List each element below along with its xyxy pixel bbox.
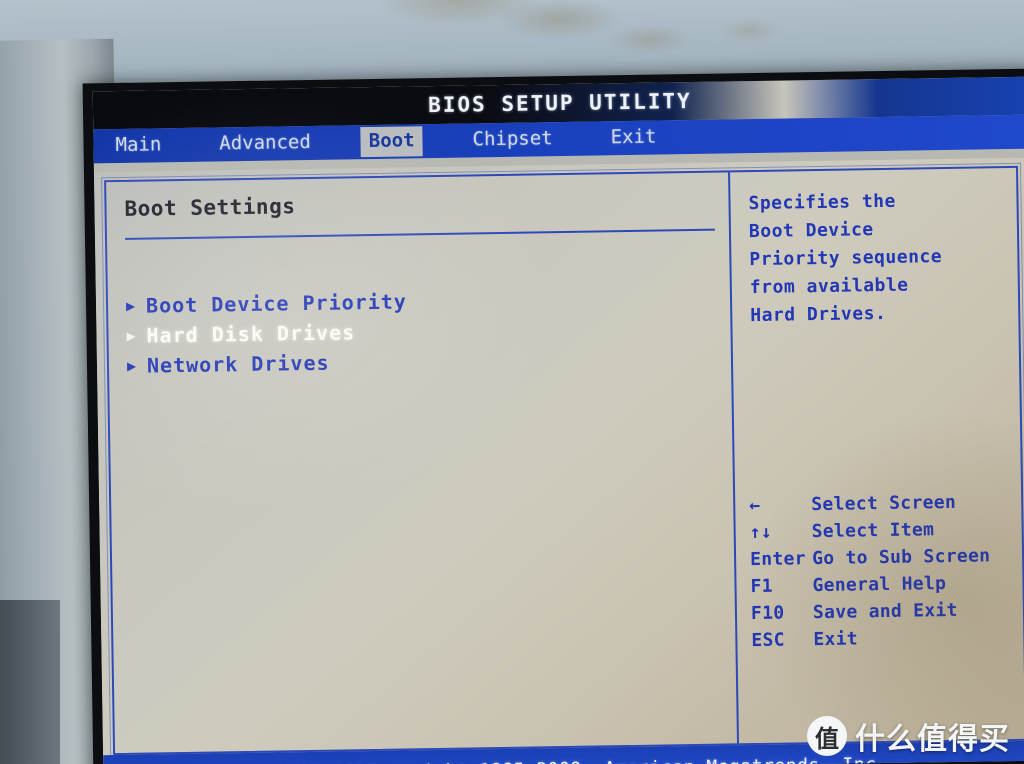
list-item-label: Boot Device Priority	[145, 289, 408, 318]
key-legend-label: Save and Exit	[812, 599, 958, 624]
key-legend: ← Select Screen ↑↓ Select Item Enter Go …	[749, 488, 1024, 654]
key-legend-row-esc: ESC Exit	[751, 623, 1024, 654]
up-down-arrow-icon: ↑↓	[749, 521, 773, 544]
help-text-line: Priority sequence	[749, 245, 943, 270]
settings-list: ▶ Boot Device Priority ▶ Hard Disk Drive…	[126, 283, 729, 381]
submenu-arrow-icon: ▶	[126, 356, 137, 376]
left-arrow-icon: ←	[749, 494, 761, 517]
help-text-line: Hard Drives.	[750, 302, 887, 326]
content-border: Boot Settings ▶ Boot Device Priority ▶ H…	[101, 162, 1024, 759]
help-text-line: Specifies the	[748, 190, 897, 215]
key-legend-row-f1: F1 General Help	[750, 569, 1024, 600]
key-legend-key: F10	[750, 602, 785, 625]
help-text-line: Boot Device	[748, 219, 874, 242]
settings-pane: Boot Settings ▶ Boot Device Priority ▶ H…	[106, 172, 735, 753]
help-pane: Specifies the Boot Device Priority seque…	[730, 168, 1024, 743]
section-heading: Boot Settings	[124, 194, 296, 221]
tab-main[interactable]: Main	[107, 130, 169, 161]
monitor-photograph: BIOS SETUP UTILITY Main Advanced Boot Ch…	[0, 0, 1024, 764]
watermark-label: 什么值得买	[855, 722, 1010, 757]
key-legend-label: Select Screen	[811, 491, 957, 516]
key-legend-label: Go to Sub Screen	[811, 545, 991, 570]
bios-screen: BIOS SETUP UTILITY Main Advanced Boot Ch…	[92, 76, 1024, 764]
key-legend-label: Select Item	[811, 519, 935, 543]
key-legend-row-f10: F10 Save and Exit	[751, 596, 1024, 627]
monitor-stand-shadow	[0, 600, 60, 764]
tab-chipset[interactable]: Chipset	[464, 124, 561, 155]
watermark: 值 什么值得买	[807, 714, 1010, 758]
submenu-arrow-icon: ▶	[125, 296, 136, 316]
key-legend-row-select-item: ↑↓ Select Item	[749, 515, 1024, 546]
list-item-label: Hard Disk Drives	[146, 320, 356, 348]
content-area: Boot Settings ▶ Boot Device Priority ▶ H…	[93, 157, 1024, 759]
key-legend-row-select-screen: ← Select Screen	[749, 488, 1024, 519]
key-legend-key: F1	[750, 575, 773, 598]
help-text-line: from available	[749, 274, 909, 298]
key-legend-label: Exit	[813, 628, 859, 651]
watermark-logo-icon: 值	[807, 716, 847, 756]
key-legend-label: General Help	[812, 573, 947, 597]
list-item-label: Network Drives	[146, 350, 330, 378]
tab-advanced[interactable]: Advanced	[211, 128, 319, 159]
key-legend-key: ESC	[751, 629, 785, 652]
tab-boot[interactable]: Boot	[360, 126, 423, 158]
key-legend-row-enter: Enter Go to Sub Screen	[750, 542, 1024, 573]
submenu-arrow-icon: ▶	[126, 326, 136, 346]
heading-divider	[124, 228, 715, 241]
key-legend-key: Enter	[749, 548, 806, 571]
tab-exit[interactable]: Exit	[602, 123, 664, 154]
